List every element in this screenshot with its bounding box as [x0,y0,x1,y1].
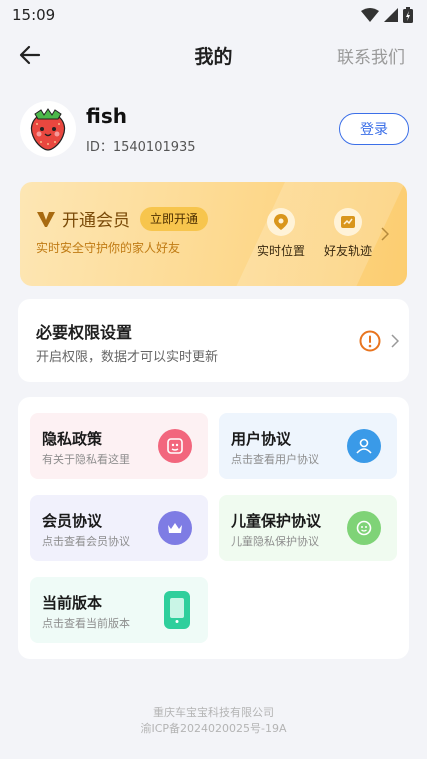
menu-item-privacy-policy[interactable]: 隐私政策 有关于隐私看这里 [30,413,208,479]
company-name: 重庆车宝宝科技有限公司 [153,706,274,719]
menu-grid: 隐私政策 有关于隐私看这里 用户协议 点击查看用户协议 会员协议 点击查看会员协… [18,397,409,659]
wifi-icon [361,8,379,22]
footer: 重庆车宝宝科技有限公司 渝ICP备2024020025号-19A [0,705,427,737]
member-agreement-icon [158,511,192,545]
permission-settings-card[interactable]: 必要权限设置 开启权限，数据才可以实时更新 [18,299,409,382]
vip-feature-label: 好友轨迹 [323,244,372,258]
profile-section: fish ID：1540101935 登录 [0,80,427,178]
back-arrow-icon[interactable] [18,43,42,67]
vip-feature-location[interactable]: 实时位置 [251,208,311,259]
vip-open-button[interactable]: 立即开通 [140,206,209,231]
user-agreement-icon [347,429,381,463]
track-icon [334,208,362,236]
menu-item-subtitle: 点击查看用户协议 [231,453,319,466]
menu-item-title: 儿童保护协议 [231,512,322,530]
battery-icon [403,7,413,23]
menu-item-title: 隐私政策 [42,430,103,448]
strawberry-avatar-icon [22,103,74,155]
vip-v-icon [37,211,55,227]
status-time: 15:09 [12,6,56,24]
user-id: ID：1540101935 [86,139,196,155]
menu-item-title: 用户协议 [231,430,292,448]
location-pin-icon [267,208,295,236]
profile-info: fish ID：1540101935 [86,104,339,155]
warning-icon [359,330,381,352]
vip-feature-label: 实时位置 [256,244,305,258]
menu-item-current-version[interactable]: 当前版本 点击查看当前版本 [30,577,208,643]
menu-item-member-agreement[interactable]: 会员协议 点击查看会员协议 [30,495,208,561]
status-icons [361,7,413,23]
vip-info: 开通会员 立即开通 实时安全守护你的家人好友 [36,206,209,256]
vip-title: 开通会员 [62,211,130,231]
vip-card[interactable]: 开通会员 立即开通 实时安全守护你的家人好友 实时位置 好友轨迹 [20,182,407,286]
header: 我的 联系我们 [0,30,427,80]
child-protection-icon [347,511,381,545]
menu-item-user-agreement[interactable]: 用户协议 点击查看用户协议 [219,413,397,479]
contact-us-button[interactable]: 联系我们 [337,43,405,68]
status-bar: 15:09 [0,0,427,30]
vip-card-decoration [219,182,407,286]
login-button[interactable]: 登录 [339,113,409,145]
chevron-right-icon [381,227,389,241]
privacy-icon [158,429,192,463]
user-name: fish [86,103,127,128]
permission-subtitle: 开启权限，数据才可以实时更新 [36,350,219,365]
permission-title: 必要权限设置 [36,323,133,342]
menu-item-title: 当前版本 [42,594,103,612]
menu-item-subtitle: 有关于隐私看这里 [42,453,130,466]
chevron-right-icon [391,334,399,348]
menu-item-subtitle: 点击查看会员协议 [42,535,130,548]
menu-item-subtitle: 点击查看当前版本 [42,617,130,630]
menu-item-child-protection[interactable]: 儿童保护协议 儿童隐私保护协议 [219,495,397,561]
vip-subtitle: 实时安全守护你的家人好友 [36,241,181,255]
menu-item-title: 会员协议 [42,512,103,530]
menu-item-subtitle: 儿童隐私保护协议 [231,535,319,548]
avatar[interactable] [20,101,76,157]
signal-icon [384,8,398,22]
vip-feature-track[interactable]: 好友轨迹 [318,208,378,259]
phone-version-icon [164,591,190,629]
icp-number: 渝ICP备2024020025号-19A [140,722,287,735]
